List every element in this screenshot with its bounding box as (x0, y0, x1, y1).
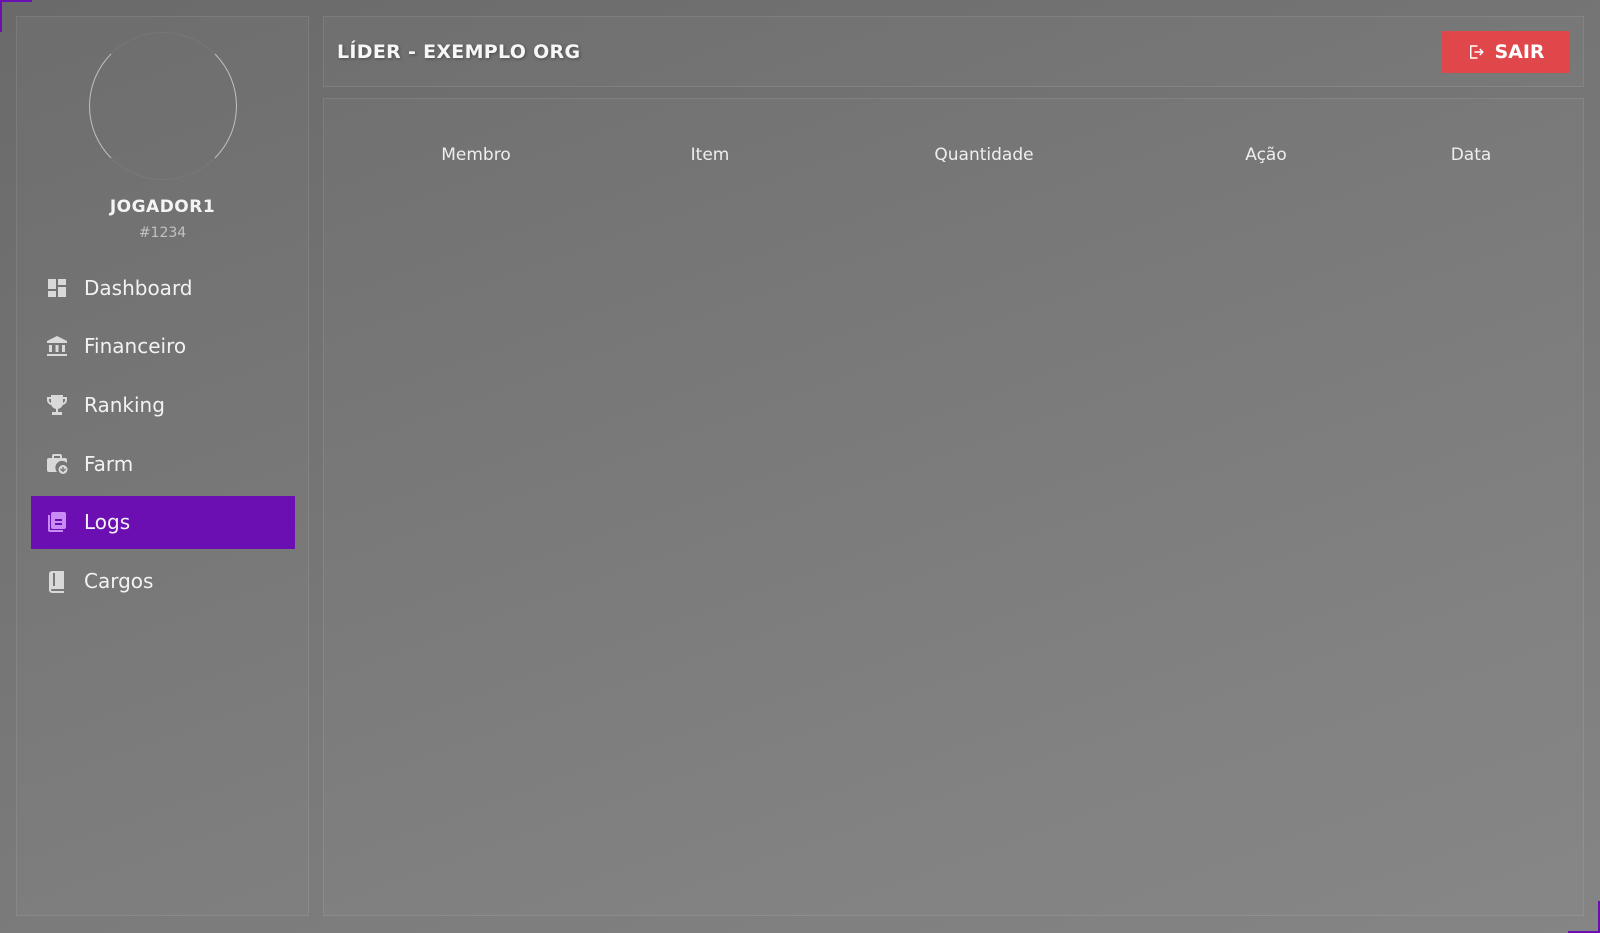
column-header-data[interactable]: Data (1451, 145, 1492, 165)
logout-icon (1470, 45, 1485, 59)
sidebar-item-label: Farm (84, 451, 134, 476)
column-header-membro[interactable]: Membro (441, 145, 511, 165)
page-title: LÍDER - EXEMPLO ORG (337, 41, 581, 63)
sidebar-item-label: Dashboard (84, 275, 193, 300)
book-icon (44, 568, 70, 594)
logout-button[interactable]: SAIR (1442, 31, 1570, 73)
sidebar-item-farm[interactable]: Farm (31, 437, 295, 490)
sidebar: JOGADOR1 #1234 Dashboard Financeiro Rank… (16, 16, 309, 916)
column-header-acao[interactable]: Ação (1245, 145, 1287, 165)
header: LÍDER - EXEMPLO ORG SAIR (323, 16, 1584, 87)
sidebar-item-label: Ranking (84, 392, 165, 417)
sidebar-item-label: Logs (84, 510, 131, 535)
briefcase-icon (44, 451, 70, 477)
sidebar-nav: Dashboard Financeiro Ranking Farm Logs C… (31, 261, 295, 613)
column-header-quantidade[interactable]: Quantidade (934, 145, 1033, 165)
sidebar-item-label: Cargos (84, 568, 154, 593)
sidebar-item-logs[interactable]: Logs (31, 495, 295, 549)
username: JOGADOR1 (109, 197, 216, 217)
sidebar-item-cargos[interactable]: Cargos (31, 554, 295, 607)
bank-icon (44, 333, 70, 359)
column-header-item[interactable]: Item (691, 145, 730, 165)
avatar (89, 32, 237, 180)
logs-table-panel: Membro Item Quantidade Ação Data (323, 98, 1584, 916)
sidebar-item-label: Financeiro (84, 334, 187, 359)
user-tag: #1234 (138, 225, 187, 241)
dashboard-icon (44, 275, 70, 301)
sidebar-item-ranking[interactable]: Ranking (31, 378, 295, 431)
sidebar-item-financeiro[interactable]: Financeiro (31, 320, 295, 373)
sidebar-item-dashboard[interactable]: Dashboard (31, 261, 295, 314)
logs-icon (44, 509, 70, 535)
logout-label: SAIR (1494, 41, 1545, 63)
trophy-icon (44, 392, 70, 418)
